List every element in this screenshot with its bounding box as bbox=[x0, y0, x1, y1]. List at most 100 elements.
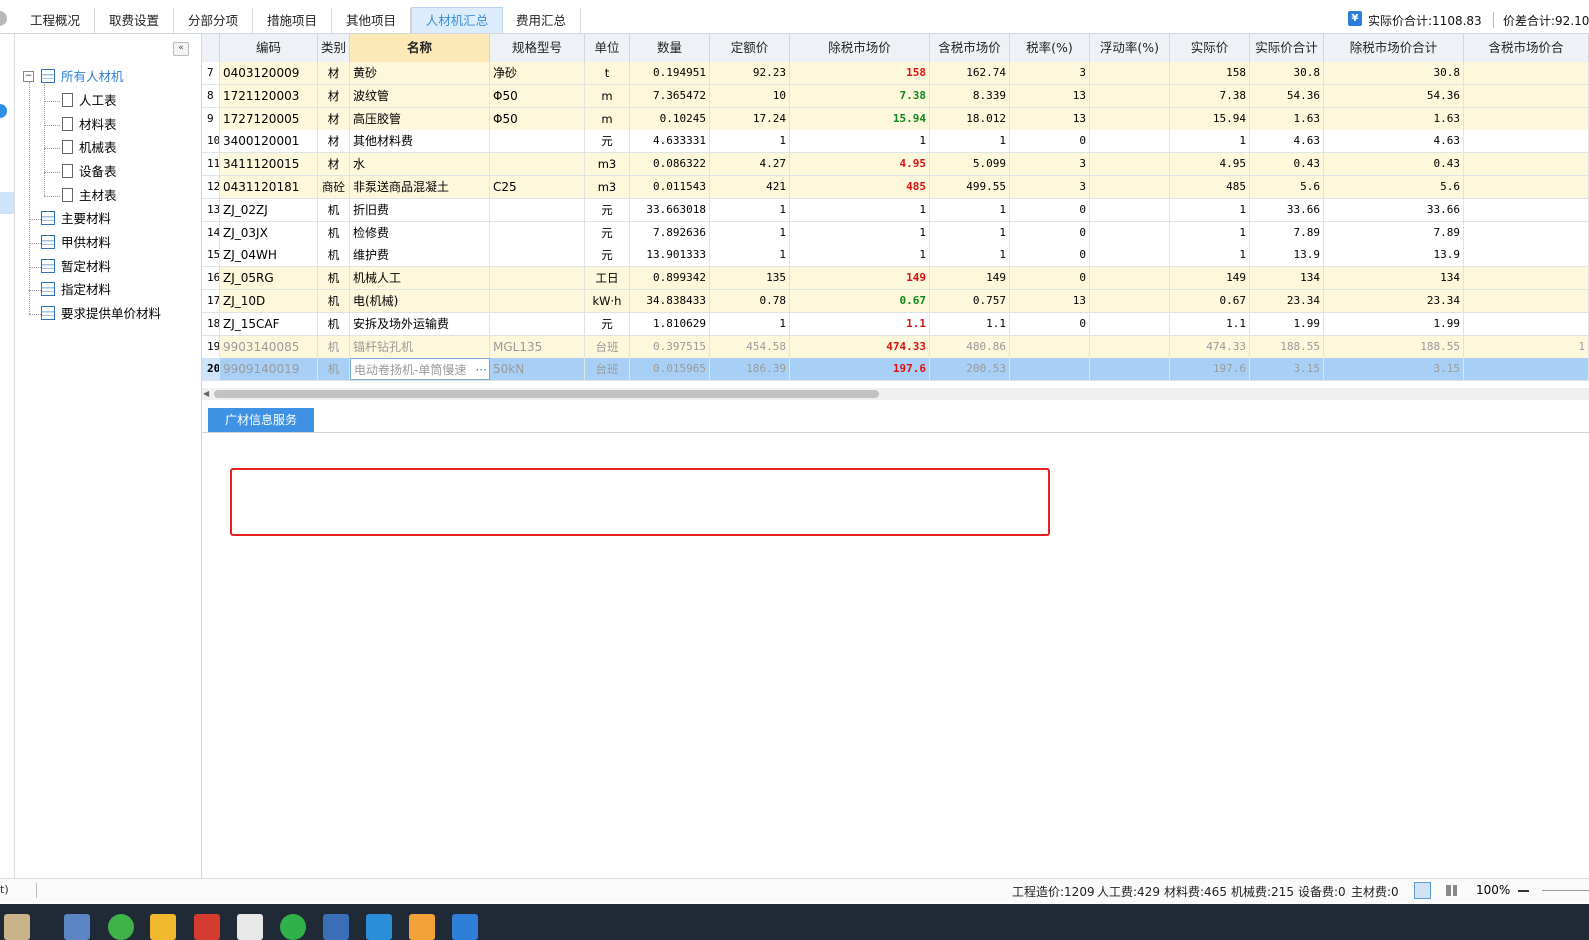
scroll-left-icon[interactable]: ◀ bbox=[203, 389, 209, 398]
cell-actual-total[interactable]: 1.63 bbox=[1250, 107, 1324, 130]
app-thumbnail-icon[interactable] bbox=[4, 914, 30, 940]
cell-type[interactable]: 材 bbox=[318, 153, 350, 176]
cell-unit[interactable]: m bbox=[585, 84, 630, 107]
collapse-toggle-icon[interactable]: − bbox=[23, 71, 34, 82]
cell-tax-mkt[interactable]: 499.55 bbox=[930, 176, 1010, 198]
cell-name[interactable]: 安拆及场外运输费 bbox=[350, 312, 490, 335]
cell-mkt-total[interactable]: 30.8 bbox=[1324, 62, 1464, 84]
cell-actual[interactable]: 7.38 bbox=[1170, 84, 1250, 107]
app-blue-icon[interactable] bbox=[323, 914, 349, 940]
cell-float[interactable] bbox=[1090, 62, 1170, 84]
cell-quota[interactable]: 1 bbox=[710, 198, 790, 221]
cell-qty[interactable]: 7.892636 bbox=[630, 221, 710, 244]
cell-mkt[interactable]: 1 bbox=[790, 130, 930, 153]
cell-actual[interactable]: 0.67 bbox=[1170, 290, 1250, 312]
row-number[interactable]: 18 bbox=[202, 312, 220, 335]
tab-fee-settings[interactable]: 取费设置 bbox=[95, 8, 174, 33]
cell-rate[interactable]: 13 bbox=[1010, 107, 1090, 130]
cell-quota[interactable]: 1 bbox=[710, 244, 790, 267]
cell-quota[interactable]: 92.23 bbox=[710, 62, 790, 84]
column-header[interactable]: 名称 bbox=[350, 34, 490, 62]
app-white-icon[interactable] bbox=[237, 914, 263, 940]
cell-unit[interactable]: m3 bbox=[585, 176, 630, 198]
cell-qty[interactable]: 0.899342 bbox=[630, 267, 710, 290]
cell-unit[interactable]: t bbox=[585, 62, 630, 84]
cell-quota[interactable]: 1 bbox=[710, 130, 790, 153]
cell-mkt[interactable]: 158 bbox=[790, 62, 930, 84]
cell-tax-mkt[interactable]: 1 bbox=[930, 198, 1010, 221]
cell-qty[interactable]: 34.838433 bbox=[630, 290, 710, 312]
cell-rate[interactable]: 0 bbox=[1010, 312, 1090, 335]
cell-actual-total[interactable]: 5.6 bbox=[1250, 176, 1324, 198]
cell-unit[interactable]: 台班 bbox=[585, 358, 630, 381]
cell-rate[interactable]: 0 bbox=[1010, 198, 1090, 221]
cell-unit[interactable]: 元 bbox=[585, 198, 630, 221]
cell-quota[interactable]: 1 bbox=[710, 221, 790, 244]
column-header[interactable]: 数量 bbox=[630, 34, 710, 62]
cell-mkt-total[interactable]: 33.66 bbox=[1324, 198, 1464, 221]
cell-rate[interactable]: 3 bbox=[1010, 62, 1090, 84]
zoom-slider[interactable] bbox=[1542, 890, 1589, 891]
cell-quota[interactable]: 1 bbox=[710, 312, 790, 335]
row-number[interactable]: 14 bbox=[202, 221, 220, 244]
cell-float[interactable] bbox=[1090, 107, 1170, 130]
table-row[interactable]: 15 ZJ_04WH 机维护费元 13.901333 1 1 1 0 1 13.9 13.9 bbox=[202, 244, 1589, 268]
row-number[interactable]: 7 bbox=[202, 62, 220, 84]
tree-item-equipment[interactable]: 设备表 bbox=[62, 163, 117, 181]
cell-name[interactable]: 非泵送商品混凝土 bbox=[350, 176, 490, 198]
cell-type[interactable]: 机 bbox=[318, 335, 350, 358]
cell-mkt-total[interactable]: 3.15 bbox=[1324, 358, 1464, 381]
tree-item-designated[interactable]: 指定材料 bbox=[41, 281, 111, 299]
cell-actual[interactable]: 4.95 bbox=[1170, 153, 1250, 176]
cell-unit[interactable]: 元 bbox=[585, 130, 630, 153]
cell-unit[interactable]: 元 bbox=[585, 221, 630, 244]
tree-item-material[interactable]: 材料表 bbox=[62, 116, 117, 134]
app-red-icon[interactable] bbox=[194, 914, 220, 940]
table-row[interactable]: 11 3411120015 材水 m3 0.086322 4.27 4.95 5.099 3 4.… bbox=[202, 153, 1589, 177]
cell-mkt-total[interactable]: 188.55 bbox=[1324, 335, 1464, 358]
cell-mkt[interactable]: 197.6 bbox=[790, 358, 930, 381]
cell-quota[interactable]: 186.39 bbox=[710, 358, 790, 381]
cell-mkt-total[interactable]: 23.34 bbox=[1324, 290, 1464, 312]
tab-labor-material-machine[interactable]: 人材机汇总 bbox=[411, 7, 503, 33]
cell-rate[interactable]: 0 bbox=[1010, 221, 1090, 244]
split-view-icon[interactable] bbox=[1443, 882, 1460, 899]
cell-float[interactable] bbox=[1090, 176, 1170, 198]
cell-code[interactable]: 1727120005 bbox=[220, 107, 318, 130]
app-blue2-icon[interactable] bbox=[366, 914, 392, 940]
cell-code[interactable]: 9903140085 bbox=[220, 335, 318, 358]
cell-mkt[interactable]: 15.94 bbox=[790, 107, 930, 130]
cell-last[interactable] bbox=[1464, 153, 1589, 176]
normal-view-icon[interactable] bbox=[1414, 882, 1431, 899]
cell-type[interactable]: 机 bbox=[318, 358, 350, 381]
tab-sub-items[interactable]: 分部分项 bbox=[174, 8, 253, 33]
cell-quota[interactable]: 0.78 bbox=[710, 290, 790, 312]
cell-actual[interactable]: 1.1 bbox=[1170, 312, 1250, 335]
cell-qty[interactable]: 0.011543 bbox=[630, 176, 710, 198]
cell-last[interactable]: 1 bbox=[1464, 335, 1589, 358]
cell-float[interactable] bbox=[1090, 244, 1170, 267]
cell-quota[interactable]: 135 bbox=[710, 267, 790, 290]
cell-code[interactable]: ZJ_05RG bbox=[220, 267, 318, 290]
cell-spec[interactable] bbox=[490, 244, 585, 267]
cell-mkt-total[interactable]: 1.99 bbox=[1324, 312, 1464, 335]
tab-fee-summary[interactable]: 费用汇总 bbox=[502, 8, 581, 33]
cell-spec[interactable]: C25 bbox=[490, 176, 585, 198]
column-header[interactable]: 税率(%) bbox=[1010, 34, 1090, 62]
cell-name[interactable]: 维护费 bbox=[350, 244, 490, 267]
cell-last[interactable] bbox=[1464, 107, 1589, 130]
row-number[interactable]: 10 bbox=[202, 130, 220, 153]
row-number[interactable]: 16 bbox=[202, 267, 220, 290]
row-number[interactable]: 19 bbox=[202, 335, 220, 358]
collapse-panel-icon[interactable]: « bbox=[173, 42, 189, 56]
cell-mkt-total[interactable]: 1.63 bbox=[1324, 107, 1464, 130]
tree-item-owner-supplied[interactable]: 甲供材料 bbox=[41, 234, 111, 252]
cell-tax-mkt[interactable]: 1 bbox=[930, 130, 1010, 153]
cell-tax-mkt[interactable]: 5.099 bbox=[930, 153, 1010, 176]
tab-other-items[interactable]: 其他项目 bbox=[332, 8, 411, 33]
cell-rate[interactable]: 13 bbox=[1010, 84, 1090, 107]
cell-unit[interactable]: 工日 bbox=[585, 267, 630, 290]
cell-name[interactable]: 其他材料费 bbox=[350, 130, 490, 153]
tree-item-machine[interactable]: 机械表 bbox=[62, 139, 117, 157]
cell-type[interactable]: 机 bbox=[318, 244, 350, 267]
